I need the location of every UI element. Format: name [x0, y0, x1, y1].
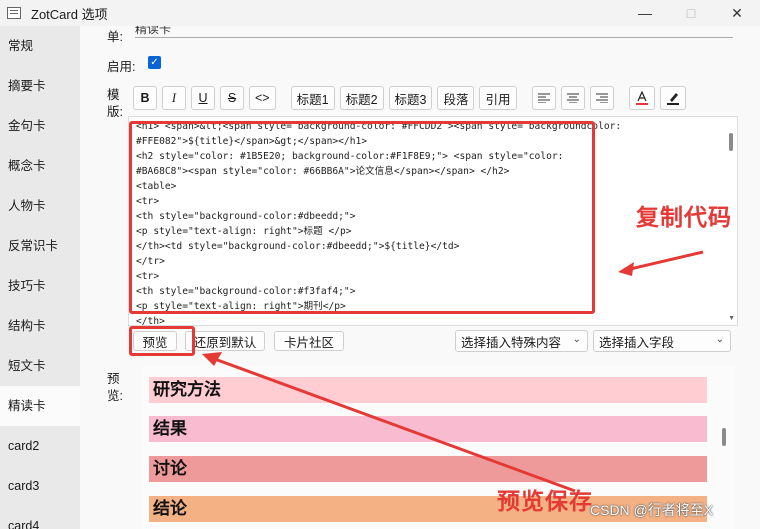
copy-code-annotation: 复制代码 [636, 204, 732, 230]
preview-save-annotation: 预览保存 [497, 488, 593, 514]
annotation-arrows [202, 250, 704, 493]
watermark: CSDN @行者将至X [590, 502, 714, 518]
